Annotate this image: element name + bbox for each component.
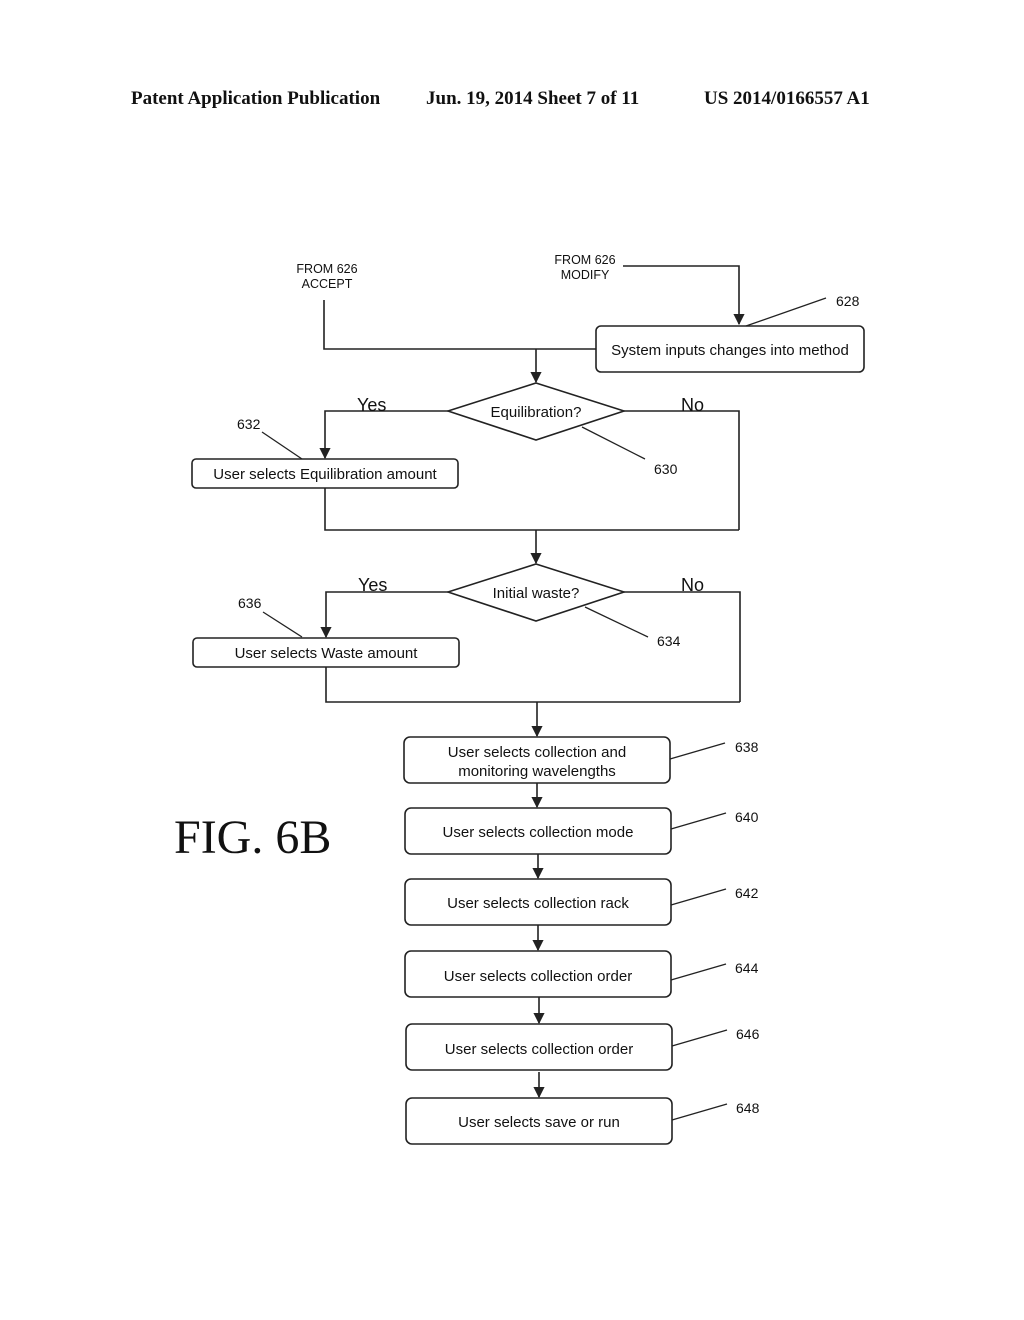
reference-638: 638 xyxy=(735,739,759,755)
label-no-630: No xyxy=(681,395,704,415)
process-640: User selects collection mode xyxy=(404,807,672,855)
reference-634: 634 xyxy=(657,633,681,649)
leader-line xyxy=(671,1029,728,1047)
leader-line xyxy=(745,297,827,327)
decision-label: Equilibration? xyxy=(491,404,582,421)
leader-line xyxy=(581,426,646,460)
connector-accept-line1: FROM 626 xyxy=(296,262,357,276)
reference-640: 640 xyxy=(735,809,759,825)
process-label: User selects Equilibration amount xyxy=(213,466,437,483)
process-638: User selects collection and monitoring w… xyxy=(403,736,671,784)
reference-646: 646 xyxy=(736,1026,760,1042)
reference-644: 644 xyxy=(735,960,759,976)
connector-from-626-accept: FROM 626 ACCEPT xyxy=(296,262,357,291)
reference-632: 632 xyxy=(237,416,261,432)
decision-630: Equilibration? xyxy=(445,382,627,441)
leader-line xyxy=(669,742,726,760)
connector-accept-line2: ACCEPT xyxy=(302,277,353,291)
process-646: User selects collection order xyxy=(405,1023,673,1071)
leader-line xyxy=(670,888,727,906)
edge-630-yes xyxy=(319,410,448,460)
edge-634-yes xyxy=(320,591,448,639)
reference-648: 648 xyxy=(736,1100,760,1116)
process-label-line1: User selects collection and xyxy=(448,744,626,761)
connector-from-626-modify: FROM 626 MODIFY xyxy=(554,253,615,282)
process-636: User selects Waste amount xyxy=(192,637,460,668)
leader-line xyxy=(671,1103,728,1121)
process-label-line2: monitoring wavelengths xyxy=(458,763,616,780)
process-628: System inputs changes into method xyxy=(595,325,865,373)
process-label: User selects Waste amount xyxy=(235,645,419,662)
connector-modify-line1: FROM 626 xyxy=(554,253,615,267)
process-label: User selects collection order xyxy=(444,968,632,985)
reference-630: 630 xyxy=(654,461,678,477)
process-label: User selects collection order xyxy=(445,1041,633,1058)
process-642: User selects collection rack xyxy=(404,878,672,926)
edge-accept-line xyxy=(323,300,596,350)
leader-line xyxy=(262,611,303,638)
edge-634-no xyxy=(624,591,741,702)
process-label: System inputs changes into method xyxy=(611,342,849,359)
leader-line xyxy=(670,812,727,830)
edge-630-no xyxy=(624,410,740,530)
flowchart: FROM 626 ACCEPT FROM 626 MODIFY System i… xyxy=(191,253,865,1145)
leader-line xyxy=(261,431,303,460)
leader-line xyxy=(670,963,727,981)
reference-636: 636 xyxy=(238,595,262,611)
decision-label: Initial waste? xyxy=(493,585,580,602)
edge-modify-arrow xyxy=(623,265,745,326)
edge-632-merge xyxy=(324,488,739,531)
connector-modify-line2: MODIFY xyxy=(561,268,610,282)
label-no-634: No xyxy=(681,575,704,595)
label-yes-630: Yes xyxy=(357,395,386,415)
process-label: User selects collection rack xyxy=(447,895,629,912)
process-644: User selects collection order xyxy=(404,950,672,998)
reference-642: 642 xyxy=(735,885,759,901)
leader-line xyxy=(584,606,649,638)
edge-636-merge xyxy=(325,667,740,703)
process-632: User selects Equilibration amount xyxy=(191,458,459,489)
process-648: User selects save or run xyxy=(405,1097,673,1145)
process-label: User selects save or run xyxy=(458,1114,620,1131)
reference-628: 628 xyxy=(836,293,860,309)
label-yes-634: Yes xyxy=(358,575,387,595)
process-label: User selects collection mode xyxy=(443,824,634,841)
